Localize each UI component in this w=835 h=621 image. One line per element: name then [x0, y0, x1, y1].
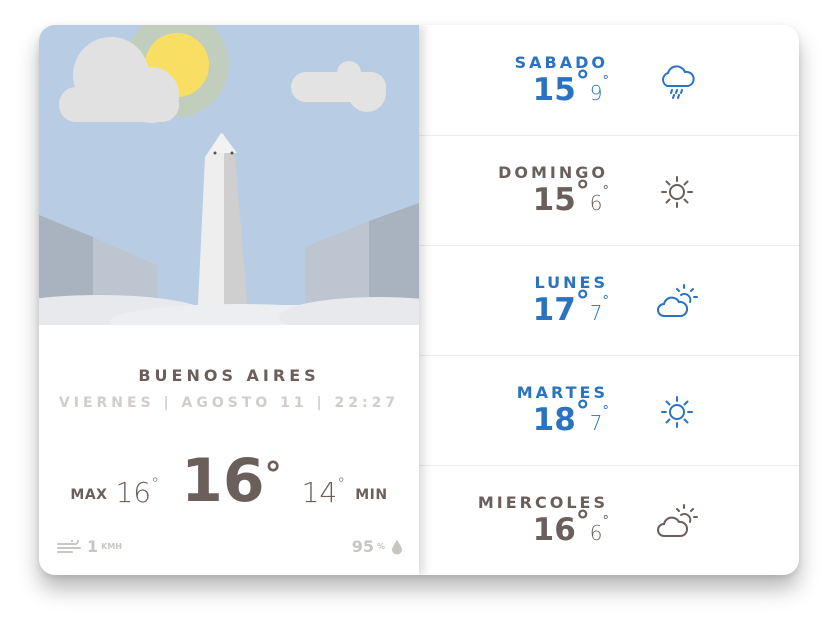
forecast-temps: 16°6° [532, 504, 609, 548]
forecast-day-miercoles: MIERCOLES 16°6° [419, 465, 799, 575]
forecast-day-martes: MARTES 18°7° [419, 355, 799, 466]
forecast-high: 17 [532, 292, 576, 328]
forecast-temps: 17°7° [532, 284, 609, 328]
city-illustration [39, 25, 419, 345]
current-weather-panel: BUENOS AIRES VIERNES | AGOSTO 11 | 22:27… [39, 25, 419, 575]
forecast-day-domingo: DOMINGO 15°6° [419, 135, 799, 246]
partly-cloudy-icon [655, 502, 699, 542]
forecast-high: 16 [532, 512, 576, 548]
forecast-panel: SABADO 15°9° DOMINGO 15°6° LUNES 17°7° M… [419, 25, 799, 575]
sun-icon [655, 392, 699, 432]
forecast-day-name: DOMINGO [498, 163, 608, 182]
forecast-high: 15 [532, 182, 576, 218]
forecast-temps: 15°9° [532, 64, 609, 108]
min-temp: 14° [301, 474, 346, 509]
forecast-day-name: SABADO [514, 53, 608, 72]
max-label: MAX [70, 487, 108, 503]
city-name: BUENOS AIRES [138, 366, 320, 385]
date-time: VIERNES | AGOSTO 11 | 22:27 [58, 395, 400, 411]
forecast-low: 6 [589, 521, 603, 545]
forecast-low: 9 [589, 81, 603, 105]
sun-icon [655, 172, 699, 212]
forecast-day-sabado: SABADO 15°9° [419, 25, 799, 136]
wind-speed: 1 KMH [57, 537, 122, 556]
forecast-temps: 18°7° [532, 394, 609, 438]
current-temp: 16° [181, 446, 282, 516]
partly-cloudy-icon [655, 282, 699, 322]
forecast-high: 18 [532, 402, 576, 438]
rain-cloud-icon [655, 62, 699, 102]
droplet-icon [392, 539, 402, 554]
forecast-low: 7 [589, 301, 603, 325]
max-temp: 16° [115, 474, 160, 509]
forecast-day-lunes: LUNES 17°7° [419, 245, 799, 356]
weather-card: BUENOS AIRES VIERNES | AGOSTO 11 | 22:27… [39, 25, 799, 575]
current-temperatures: MAX 16° 16° 14° MIN [39, 441, 419, 511]
humidity: 95% [352, 537, 403, 556]
forecast-low: 7 [589, 411, 603, 435]
forecast-high: 15 [532, 72, 576, 108]
forecast-low: 6 [589, 191, 603, 215]
wind-icon [57, 539, 81, 553]
forecast-day-name: LUNES [534, 273, 608, 292]
forecast-day-name: MARTES [516, 383, 608, 402]
forecast-temps: 15°6° [532, 174, 609, 218]
min-label: MIN [355, 487, 388, 503]
